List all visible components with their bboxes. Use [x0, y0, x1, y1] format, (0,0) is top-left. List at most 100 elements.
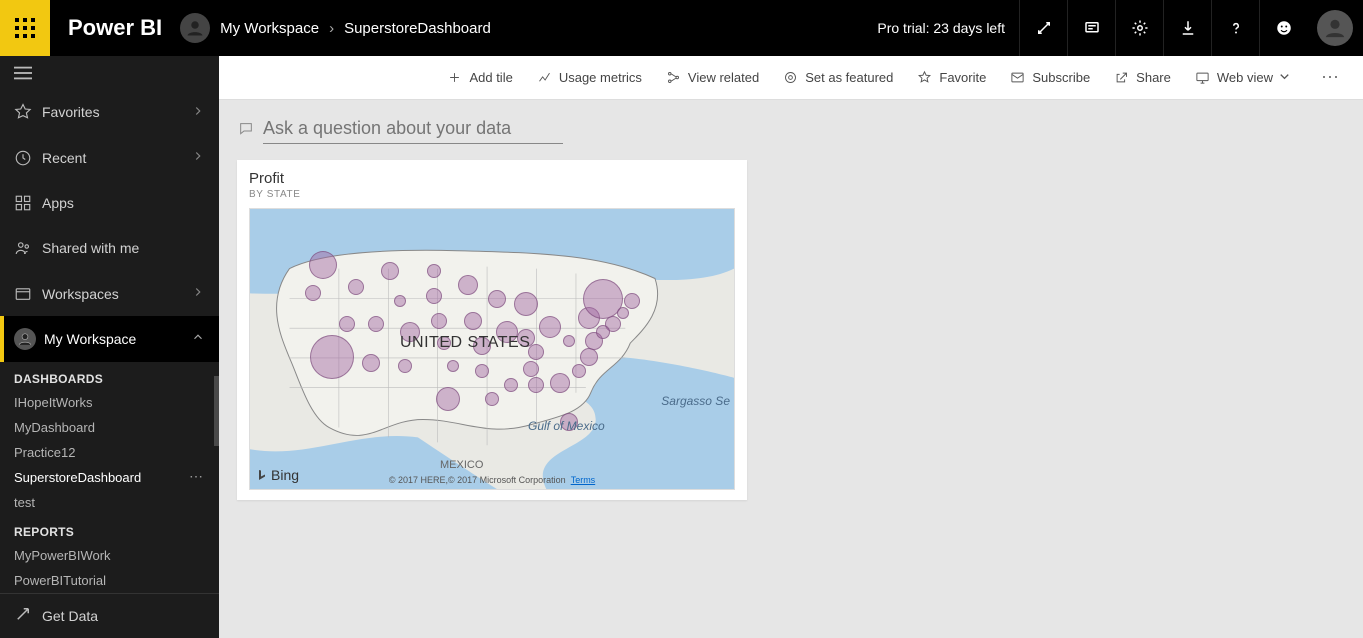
map-bubble[interactable] [368, 316, 384, 332]
map-bubble[interactable] [523, 361, 539, 377]
tb-label: View related [688, 70, 759, 85]
add-tile-button[interactable]: Add tile [435, 56, 524, 99]
map-bubble[interactable] [580, 348, 598, 366]
left-nav: Favorites Recent Apps Shared with me Wor… [0, 56, 219, 638]
nav-recent[interactable]: Recent [0, 135, 219, 180]
nav-shared[interactable]: Shared with me [0, 226, 219, 271]
map-bubble[interactable] [550, 373, 570, 393]
map-terms-link[interactable]: Terms [571, 475, 596, 485]
nav-get-data[interactable]: Get Data [0, 593, 219, 638]
map-bubble[interactable] [624, 293, 640, 309]
tile-profit-map[interactable]: Profit BY STATE [237, 160, 747, 500]
nav-report-item[interactable]: MyPowerBIWork [0, 543, 219, 568]
nav-favorites[interactable]: Favorites [0, 90, 219, 135]
breadcrumb-dashboard[interactable]: SuperstoreDashboard [344, 20, 491, 37]
download-button[interactable] [1163, 0, 1211, 56]
map-bubble[interactable] [426, 288, 442, 304]
dashboard-body: Profit BY STATE [219, 100, 1363, 638]
nav-section-dashboards: DASHBOARDS [0, 362, 219, 390]
map-bubble[interactable] [475, 364, 489, 378]
map-bubble[interactable] [362, 354, 380, 372]
trial-status: Pro trial: 23 days left [877, 0, 1019, 56]
nav-label: Recent [42, 150, 86, 166]
workspaces-icon [14, 285, 42, 303]
map-bubble[interactable] [458, 275, 478, 295]
web-view-button[interactable]: Web view [1183, 56, 1311, 99]
map-bubble[interactable] [394, 295, 406, 307]
view-related-button[interactable]: View related [654, 56, 771, 99]
settings-button[interactable] [1115, 0, 1163, 56]
header-icon-bar [1019, 0, 1363, 56]
bing-logo: Bing [256, 467, 299, 483]
favorite-button[interactable]: Favorite [905, 56, 998, 99]
notifications-button[interactable] [1067, 0, 1115, 56]
help-button[interactable] [1211, 0, 1259, 56]
tb-label: Set as featured [805, 70, 893, 85]
map-bubble[interactable] [596, 325, 610, 339]
nav-dashboard-item[interactable]: SuperstoreDashboard [0, 465, 219, 490]
share-button[interactable]: Share [1102, 56, 1183, 99]
map-bubble[interactable] [528, 377, 544, 393]
map-bubble[interactable] [563, 335, 575, 347]
map-bubble[interactable] [427, 264, 441, 278]
map-bubble[interactable] [447, 360, 459, 372]
map-bubble[interactable] [309, 251, 337, 279]
nav-workspaces[interactable]: Workspaces [0, 271, 219, 316]
set-featured-button[interactable]: Set as featured [771, 56, 905, 99]
user-avatar-button[interactable] [1307, 0, 1363, 56]
map-bubble[interactable] [464, 312, 482, 330]
map-visual[interactable]: UNITED STATES MEXICO Gulf of Mexico Sarg… [249, 208, 735, 490]
nav-scrollbar[interactable] [214, 376, 219, 446]
map-bubble[interactable] [617, 307, 629, 319]
tb-label: Share [1136, 70, 1171, 85]
nav-apps[interactable]: Apps [0, 180, 219, 225]
brand-label: Power BI [50, 0, 180, 56]
map-bubble[interactable] [348, 279, 364, 295]
map-bubble[interactable] [305, 285, 321, 301]
map-bubble[interactable] [398, 359, 412, 373]
nav-dashboard-item[interactable]: IHopeItWorks [0, 390, 219, 415]
qna-input[interactable] [263, 114, 563, 144]
map-bubble[interactable] [539, 316, 561, 338]
toolbar-more-button[interactable]: ⋯ [1311, 67, 1351, 88]
tb-label: Web view [1217, 70, 1273, 85]
workspace-avatar-icon [180, 13, 210, 43]
nav-dashboard-item[interactable]: Practice12 [0, 440, 219, 465]
map-label-us: UNITED STATES [400, 334, 530, 352]
map-bubble[interactable] [339, 316, 355, 332]
feedback-button[interactable] [1259, 0, 1307, 56]
usage-metrics-button[interactable]: Usage metrics [525, 56, 654, 99]
map-label-gulf: Gulf of Mexico [528, 419, 605, 433]
breadcrumb-workspace[interactable]: My Workspace [220, 20, 319, 37]
nav-label: Workspaces [42, 286, 119, 302]
nav-report-item[interactable]: PowerBITutorial [0, 568, 219, 593]
subscribe-button[interactable]: Subscribe [998, 56, 1102, 99]
nav-my-workspace[interactable]: My Workspace [0, 316, 219, 361]
nav-dashboard-item[interactable]: test [0, 490, 219, 515]
nav-section-reports: REPORTS [0, 515, 219, 543]
nav-collapse-button[interactable] [0, 56, 219, 90]
fullscreen-button[interactable] [1019, 0, 1067, 56]
main-pane: Add tile Usage metrics View related Set … [219, 56, 1363, 638]
tile-subtitle: BY STATE [249, 189, 735, 200]
map-bubble[interactable] [572, 364, 586, 378]
qna-bar [237, 114, 1345, 144]
chat-icon [237, 121, 255, 137]
map-attribution: © 2017 HERE,© 2017 Microsoft Corporation… [389, 475, 595, 485]
map-bubble[interactable] [381, 262, 399, 280]
breadcrumb: My Workspace › SuperstoreDashboard [220, 0, 491, 56]
map-bubble[interactable] [504, 378, 518, 392]
chevron-up-icon [191, 330, 205, 347]
nav-dashboard-item[interactable]: MyDashboard [0, 415, 219, 440]
map-bubble[interactable] [485, 392, 499, 406]
app-launcher-button[interactable] [0, 0, 50, 56]
nav-label: Get Data [42, 608, 98, 624]
map-bubble[interactable] [431, 313, 447, 329]
nav-label: My Workspace [44, 331, 136, 347]
map-bubble[interactable] [514, 292, 538, 316]
map-bubble[interactable] [488, 290, 506, 308]
chevron-down-icon [1277, 69, 1299, 87]
map-bubble[interactable] [436, 387, 460, 411]
map-bubble[interactable] [310, 335, 354, 379]
star-icon [14, 103, 42, 121]
